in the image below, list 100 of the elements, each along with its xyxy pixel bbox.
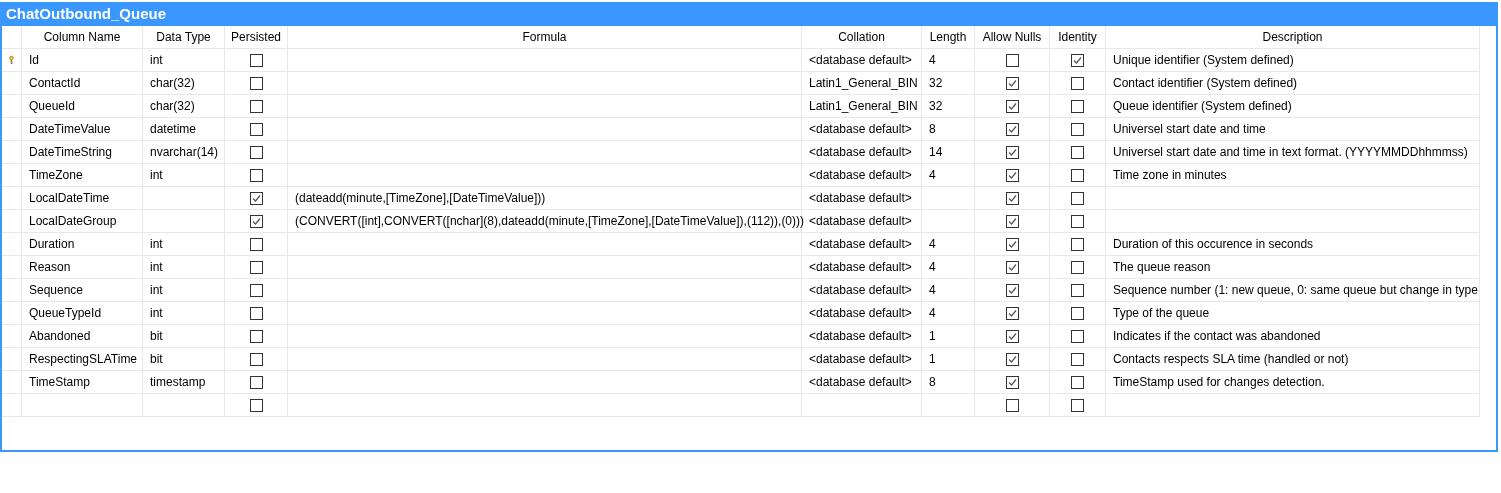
- column-header[interactable]: Collation: [802, 26, 922, 49]
- table-cell: LocalDateTime: [22, 187, 143, 210]
- checkbox[interactable]: [249, 122, 263, 136]
- checkbox[interactable]: [1005, 214, 1019, 228]
- checkbox[interactable]: [1071, 237, 1084, 251]
- checkbox[interactable]: [249, 352, 263, 366]
- checkbox[interactable]: [1005, 53, 1019, 67]
- checkbox[interactable]: [1005, 375, 1019, 389]
- table-cell: TimeZone: [22, 164, 143, 187]
- checkbox[interactable]: [249, 53, 263, 67]
- checkbox[interactable]: [1071, 145, 1084, 159]
- checkbox[interactable]: [249, 260, 263, 274]
- checkbox[interactable]: [1005, 145, 1019, 159]
- column-header[interactable]: Data Type: [143, 26, 225, 49]
- table-cell: (dateadd(minute,[TimeZone],[DateTimeValue])): [288, 187, 802, 210]
- table-cell: <database default>: [802, 302, 922, 325]
- table-cell: Time zone in minutes: [1106, 164, 1480, 187]
- checkbox[interactable]: [1071, 168, 1084, 182]
- table-cell: int: [143, 233, 225, 256]
- table-cell: <database default>: [802, 187, 922, 210]
- checkbox[interactable]: [249, 76, 263, 90]
- table-cell: int: [143, 49, 225, 72]
- column-header[interactable]: Description: [1106, 26, 1480, 49]
- corner-header: [2, 26, 22, 49]
- checkbox[interactable]: [249, 214, 263, 228]
- table-cell: <database default>: [802, 348, 922, 371]
- table-cell: Contact identifier (System defined): [1106, 72, 1480, 95]
- table-cell: <database default>: [802, 164, 922, 187]
- checkbox[interactable]: [1071, 306, 1084, 320]
- checkbox[interactable]: [249, 237, 263, 251]
- checkbox[interactable]: [249, 145, 263, 159]
- table-cell: Sequence: [22, 279, 143, 302]
- table-cell: <database default>: [802, 49, 922, 72]
- table-cell: Universel start date and time in text format. (YYYYMMDDhhmmss): [1106, 141, 1480, 164]
- column-header[interactable]: Column Name: [22, 26, 143, 49]
- checkbox[interactable]: [1005, 306, 1019, 320]
- checkbox[interactable]: [1005, 260, 1019, 274]
- checkbox[interactable]: [1005, 76, 1019, 90]
- column-header[interactable]: Identity: [1050, 26, 1106, 49]
- checkbox[interactable]: [1071, 191, 1084, 205]
- checkbox[interactable]: [1071, 398, 1084, 412]
- checkbox[interactable]: [249, 306, 263, 320]
- checkbox[interactable]: [1071, 53, 1084, 67]
- table-cell: 4: [922, 233, 975, 256]
- checkbox[interactable]: [1005, 283, 1019, 297]
- table-cell: Latin1_General_BIN: [802, 72, 922, 95]
- table-cell: 32: [922, 72, 975, 95]
- table-cell: <database default>: [802, 118, 922, 141]
- table-cell: 4: [922, 164, 975, 187]
- checkbox[interactable]: [1005, 329, 1019, 343]
- checkbox[interactable]: [1071, 76, 1084, 90]
- table-cell: char(32): [143, 72, 225, 95]
- column-header[interactable]: Formula: [288, 26, 802, 49]
- checkbox[interactable]: [1005, 99, 1019, 113]
- table-cell: int: [143, 302, 225, 325]
- checkbox[interactable]: [249, 398, 263, 412]
- table-cell: timestamp: [143, 371, 225, 394]
- table-cell: char(32): [143, 95, 225, 118]
- table-cell: Contacts respects SLA time (handled or not): [1106, 348, 1480, 371]
- column-header[interactable]: Allow Nulls: [975, 26, 1050, 49]
- table-cell: QueueTypeId: [22, 302, 143, 325]
- column-header[interactable]: Length: [922, 26, 975, 49]
- table-cell: Indicates if the contact was abandoned: [1106, 325, 1480, 348]
- table-cell: Sequence number (1: new queue, 0: same queue but change in type: [1106, 279, 1480, 302]
- table-cell: int: [143, 279, 225, 302]
- checkbox[interactable]: [1005, 191, 1019, 205]
- table-cell: DateTimeValue: [22, 118, 143, 141]
- table-cell: bit: [143, 325, 225, 348]
- checkbox[interactable]: [1071, 260, 1084, 274]
- checkbox[interactable]: [1071, 122, 1084, 136]
- column-header[interactable]: Persisted: [225, 26, 288, 49]
- checkbox[interactable]: [249, 329, 263, 343]
- checkbox[interactable]: [1071, 352, 1084, 366]
- table-cell: QueueId: [22, 95, 143, 118]
- table-cell: DateTimeString: [22, 141, 143, 164]
- table-cell: 4: [922, 49, 975, 72]
- checkbox[interactable]: [1071, 283, 1084, 297]
- checkbox[interactable]: [1005, 168, 1019, 182]
- checkbox[interactable]: [1071, 214, 1084, 228]
- checkbox[interactable]: [1005, 352, 1019, 366]
- checkbox[interactable]: [249, 168, 263, 182]
- checkbox[interactable]: [249, 191, 263, 205]
- table-cell: 32: [922, 95, 975, 118]
- checkbox[interactable]: [249, 283, 263, 297]
- table-cell: 8: [922, 118, 975, 141]
- checkbox[interactable]: [1005, 398, 1019, 412]
- checkbox[interactable]: [1005, 122, 1019, 136]
- checkbox[interactable]: [1071, 375, 1084, 389]
- checkbox[interactable]: [1005, 237, 1019, 251]
- table-cell: TimeStamp used for changes detection.: [1106, 371, 1480, 394]
- table-cell: <database default>: [802, 279, 922, 302]
- checkbox[interactable]: [249, 375, 263, 389]
- table-cell: nvarchar(14): [143, 141, 225, 164]
- checkbox[interactable]: [249, 99, 263, 113]
- table-cell: Latin1_General_BIN: [802, 95, 922, 118]
- key-icon: [9, 54, 14, 66]
- checkbox[interactable]: [1071, 99, 1084, 113]
- checkbox[interactable]: [1071, 329, 1084, 343]
- table-cell: Queue identifier (System defined): [1106, 95, 1480, 118]
- table-cell: LocalDateGroup: [22, 210, 143, 233]
